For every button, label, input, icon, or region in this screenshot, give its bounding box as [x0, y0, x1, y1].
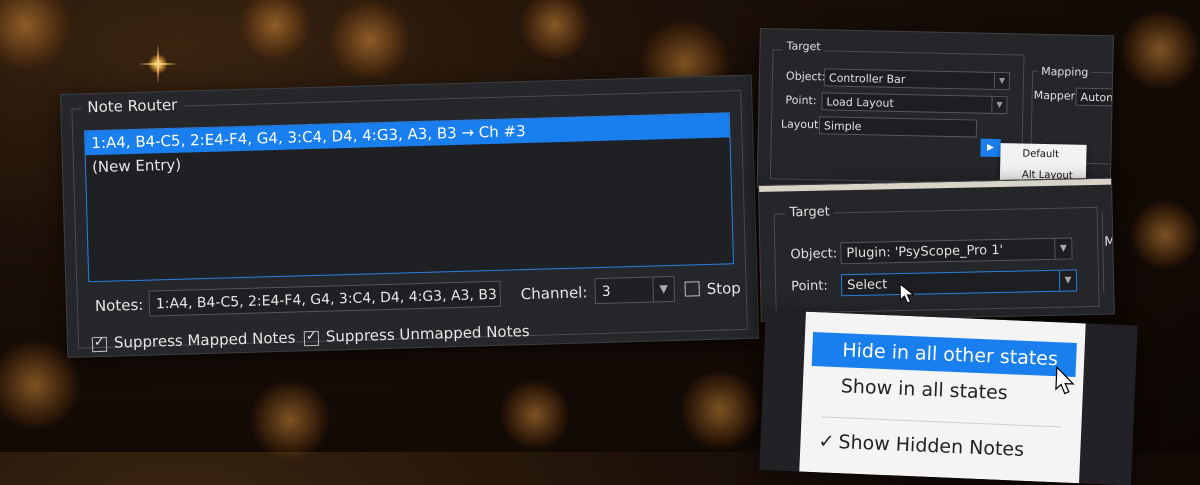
suppress-mapped-checkbox[interactable] [91, 336, 108, 353]
point-label: Point: [790, 278, 828, 295]
object-label: Object: [785, 69, 826, 84]
bokeh-light [330, 0, 410, 80]
bokeh-light [500, 380, 570, 450]
point-select[interactable]: Load Layout ▼ [821, 92, 1008, 115]
bokeh-light [0, 0, 70, 70]
show-hidden-notes-label: Show Hidden Notes [838, 431, 1025, 461]
object-select[interactable]: Controller Bar ▼ [823, 68, 1011, 91]
note-router-panel: Note Router 1:A4, B4-C5, 2:E4-F4, G4, 3:… [60, 74, 760, 358]
suppress-mapped-label: Suppress Mapped Notes [113, 328, 296, 352]
point-value: Select [846, 277, 888, 294]
stop-label: Stop [706, 279, 742, 299]
chevron-down-icon[interactable]: ▼ [991, 96, 1007, 114]
object-value: Controller Bar [828, 71, 906, 87]
suppress-row: Suppress Mapped Notes Suppress Unmapped … [91, 322, 530, 356]
target-panel-plugin: Target Object: Plugin: 'PsyScope_Pro 1' … [758, 177, 1115, 322]
target-title: Target [785, 204, 834, 221]
point-value: Load Layout [826, 95, 894, 110]
suppress-unmapped-checkbox[interactable] [303, 330, 320, 347]
note-router-list[interactable]: 1:A4, B4-C5, 2:E4-F4, G4, 3:C4, D4, 4:G3… [84, 112, 735, 283]
target-panel-layout: Target Object: Controller Bar ▼ Point: L… [756, 28, 1114, 196]
play-arrow-button[interactable]: ▶ [980, 138, 1001, 158]
menu-item-show-hidden-notes[interactable]: ✓ Show Hidden Notes [808, 424, 1073, 469]
channel-value: 3 [601, 283, 611, 300]
mapping-title: Mapping [1038, 64, 1092, 79]
side-group [1101, 212, 1115, 293]
channel-label: Channel: [520, 283, 588, 304]
mapper-select[interactable]: Autom [1075, 87, 1114, 107]
bokeh-light [240, 0, 310, 60]
context-menu: Hide in all other states Show in all sta… [799, 311, 1086, 484]
bokeh-light [1120, 10, 1200, 90]
channel-select[interactable]: 3 ▼ [594, 275, 676, 305]
mouse-cursor-icon [899, 282, 915, 304]
bokeh-light [680, 370, 760, 450]
object-label: Object: [790, 246, 838, 263]
menu-item-default[interactable]: Default [1000, 143, 1086, 166]
bokeh-light [520, 0, 590, 60]
chevron-down-icon[interactable]: ▼ [1058, 270, 1077, 291]
layout-label: Layout: [780, 117, 823, 132]
chevron-down-icon[interactable]: ▼ [652, 276, 675, 302]
bokeh-light [1130, 200, 1200, 270]
target-title: Target [782, 39, 825, 54]
stop-checkbox[interactable] [684, 281, 700, 297]
note-router-title: Note Router [81, 95, 184, 117]
checkmark-icon: ✓ [818, 430, 835, 453]
chevron-down-icon[interactable]: ▼ [993, 72, 1010, 90]
star-sparkle-icon [138, 44, 178, 84]
chevron-down-icon[interactable]: ▼ [1054, 238, 1072, 259]
side-label: M [1104, 234, 1115, 250]
context-menu-panel: Hide in all other states Show in all sta… [759, 310, 1138, 485]
mapper-label: Mapper: [1033, 88, 1079, 103]
point-label: Point: [785, 93, 817, 108]
notes-label: Notes: [94, 295, 144, 316]
layout-field[interactable]: Simple [818, 116, 978, 138]
object-value: Plugin: 'PsyScope_Pro 1' [846, 242, 1004, 262]
bokeh-light [250, 380, 330, 460]
mouse-cursor-icon [1055, 366, 1075, 395]
